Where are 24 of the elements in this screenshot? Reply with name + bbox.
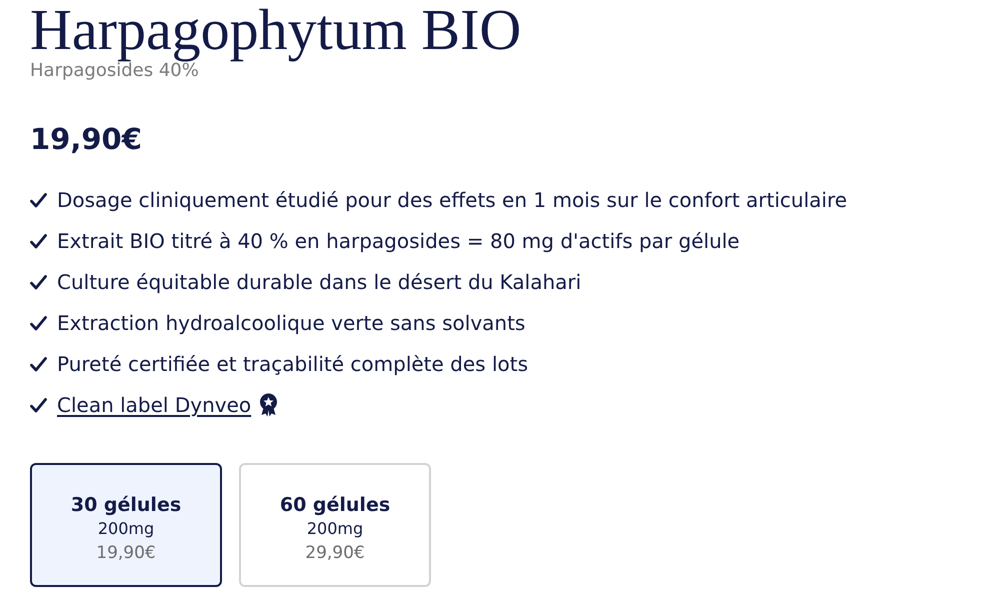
variant-price: 29,90€ [305, 542, 365, 565]
check-icon [30, 356, 47, 372]
benefit-text: Pureté certifiée et traçabilité complète des lots [57, 352, 528, 376]
benefit-text: Dosage cliniquement étudié pour des effets en 1 mois sur le confort articulaire [57, 188, 848, 212]
variant-dosage: 200mg [306, 518, 364, 540]
check-icon [30, 316, 47, 331]
variant-option[interactable]: 30 gélules 200mg 19,90€ [30, 462, 222, 587]
variant-price: 19,90€ [96, 542, 156, 565]
check-icon [30, 398, 47, 413]
product-subtitle: Harpagosides 40% [30, 60, 199, 82]
variant-name: 60 gélules [280, 492, 390, 517]
award-ribbon-icon [259, 393, 278, 418]
variant-option[interactable]: 60 gélules 200mg 29,90€ [239, 462, 431, 587]
clean-label-link[interactable]: Clean label Dynveo [57, 393, 252, 418]
product-title: Harpagophytum BIO [30, 0, 522, 60]
product-price: 19,90€ [30, 122, 142, 157]
benefit-text: Culture équitable durable dans le désert du Kalahari [57, 270, 582, 294]
variant-dosage: 200mg [98, 518, 154, 540]
check-icon [30, 192, 47, 208]
benefit-text: Extraction hydroalcoolique verte sans solvants [57, 311, 526, 336]
check-icon [30, 274, 47, 290]
variant-name: 30 gélules [70, 492, 182, 517]
benefit-text: Extrait BIO titré à 40 % en harpagosides = 80 mg d'actifs par gélule [57, 229, 740, 254]
check-icon [30, 234, 47, 249]
